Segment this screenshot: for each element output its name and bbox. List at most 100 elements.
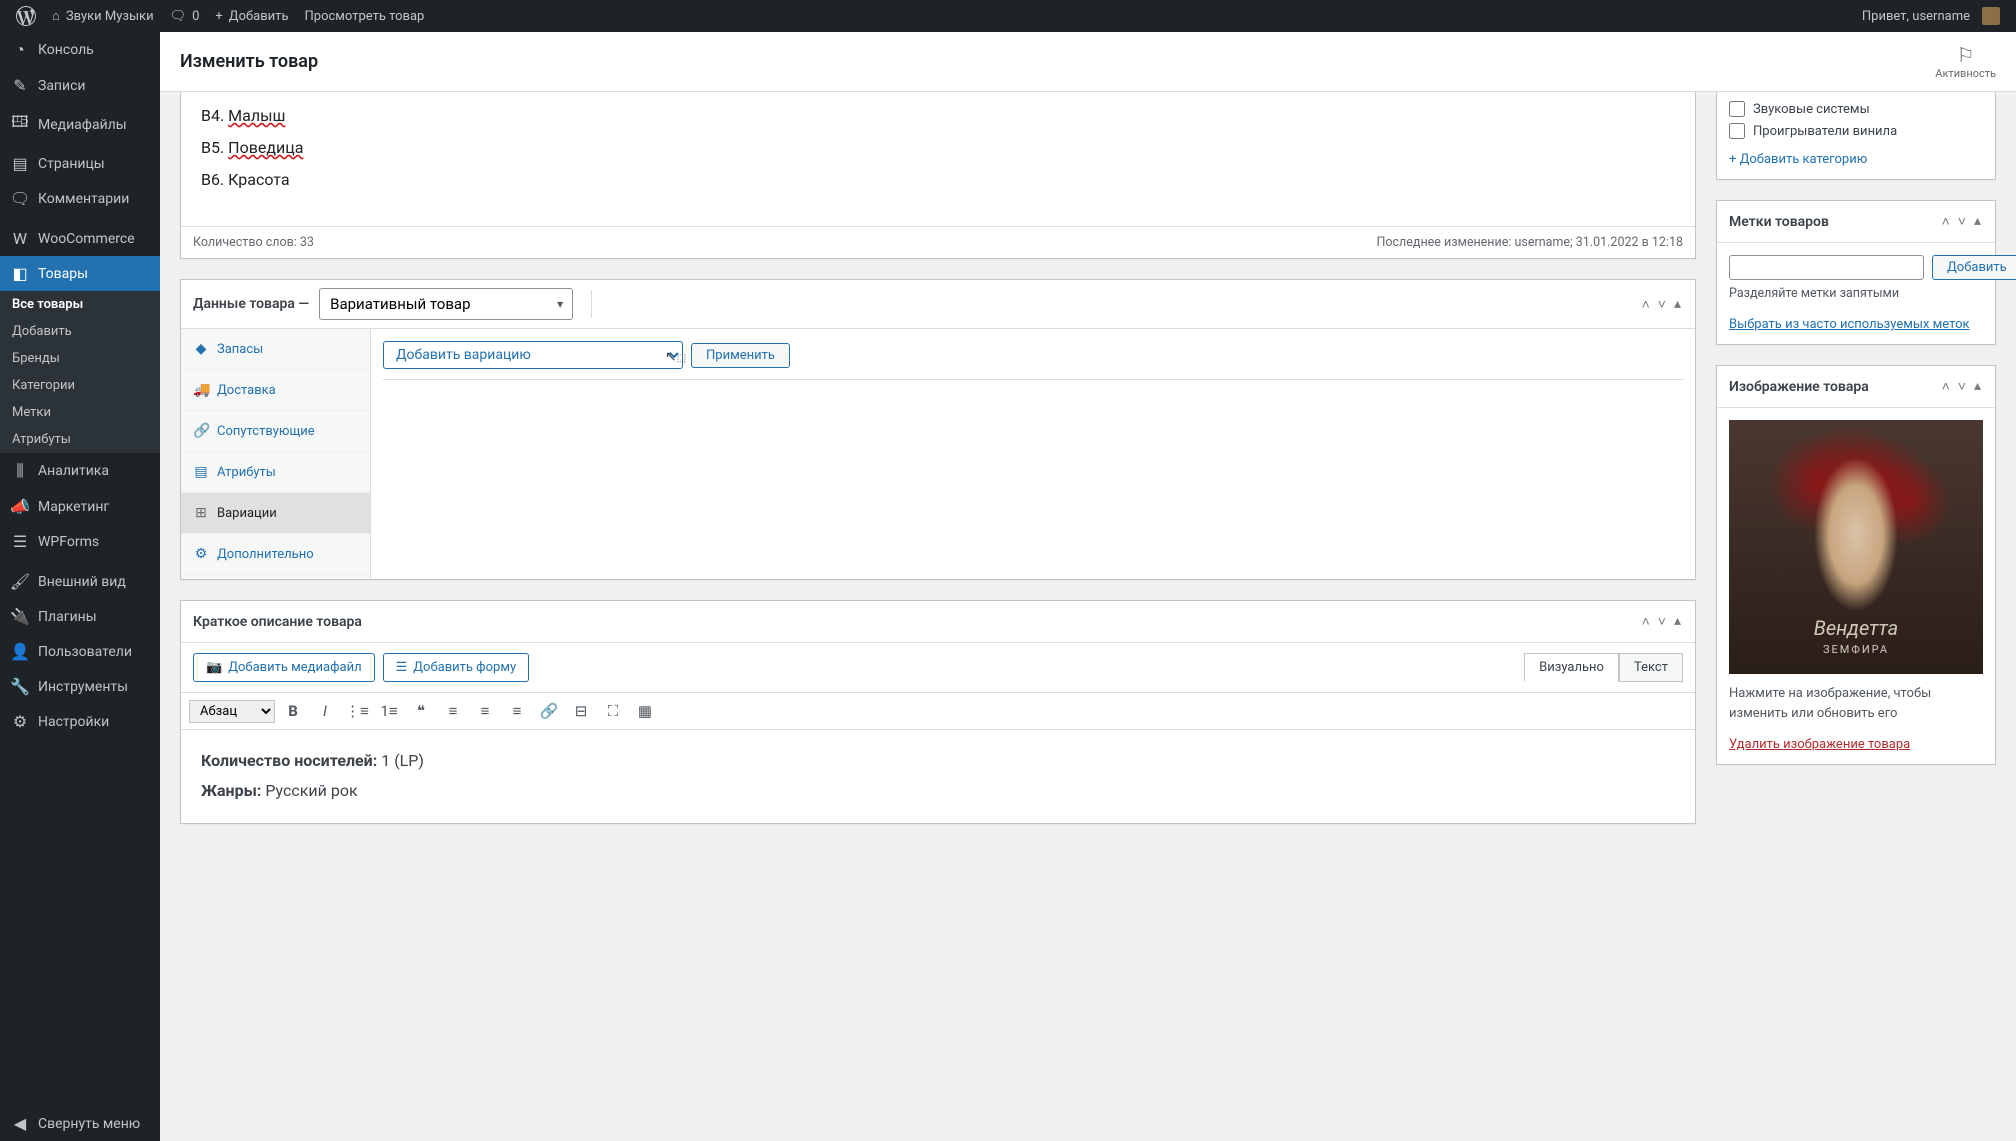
product-tab-вариации[interactable]: ⊞Вариации: [181, 493, 370, 534]
site-home-link[interactable]: ⌂ Звуки Музыки: [44, 0, 162, 32]
panel-up-icon[interactable]: ˄: [1940, 211, 1952, 232]
align-center-button[interactable]: ≡: [471, 697, 499, 725]
menu-label: WooCommerce: [38, 231, 135, 247]
sidebar-item-пользователи[interactable]: 👤Пользователи: [0, 634, 160, 669]
product-tab-дополнительно[interactable]: ⚙Дополнительно: [181, 534, 370, 575]
tags-input[interactable]: [1729, 255, 1924, 280]
product-tab-доставка[interactable]: 🚚 Доставка: [181, 370, 370, 411]
tab-label: Запасы: [217, 342, 263, 357]
menu-label: Инструменты: [38, 679, 128, 695]
tab-icon: ⚙: [193, 546, 209, 562]
tab-label: Сопутствующие: [217, 424, 315, 439]
panel-up-icon[interactable]: ˄: [1640, 294, 1652, 315]
menu-label: Плагины: [38, 609, 97, 625]
fullscreen-button[interactable]: ⛶: [599, 697, 627, 725]
add-form-button[interactable]: ☰ Добавить форму: [383, 653, 530, 682]
panel-up-icon[interactable]: ˄: [1940, 376, 1952, 397]
sidebar-subitem-метки[interactable]: Метки: [0, 399, 160, 426]
panel-toggle-icon[interactable]: ▴: [1972, 376, 1983, 397]
menu-icon: ◧: [10, 264, 30, 283]
tab-label: Доставка: [217, 383, 276, 398]
sidebar-item-записи[interactable]: ✎Записи: [0, 68, 160, 103]
bullet-list-button[interactable]: ⋮≡: [343, 697, 371, 725]
product-type-select[interactable]: Вариативный товар: [319, 288, 573, 320]
collapse-menu-button[interactable]: ◀ Свернуть меню: [0, 1106, 160, 1141]
quote-button[interactable]: ❝: [407, 697, 435, 725]
panel-toggle-icon[interactable]: ▴: [1972, 211, 1983, 232]
tab-icon: 🚚: [193, 382, 209, 398]
sidebar-item-инструменты[interactable]: 🔧Инструменты: [0, 669, 160, 704]
admin-sidebar: ◔Консоль✎Записи🖽Медиафайлы▤Страницы🗨Комм…: [0, 32, 160, 1141]
sidebar-subitem-все-товары[interactable]: Все товары: [0, 291, 160, 318]
add-tag-button[interactable]: Добавить: [1932, 255, 2016, 280]
sidebar-item-страницы[interactable]: ▤Страницы: [0, 146, 160, 181]
menu-icon: W: [10, 229, 30, 248]
sidebar-item-плагины[interactable]: 🔌Плагины: [0, 599, 160, 634]
panel-down-icon[interactable]: ˅: [1956, 376, 1968, 397]
wordpress-icon: [16, 6, 36, 26]
sidebar-item-woocommerce[interactable]: W WooCommerce: [0, 221, 160, 256]
category-label: Звуковые системы: [1753, 102, 1870, 117]
add-form-label: Добавить форму: [413, 660, 516, 675]
panel-up-icon[interactable]: ˄: [1640, 611, 1652, 632]
add-category-link[interactable]: + Добавить категорию: [1717, 146, 1995, 179]
panel-toggle-icon[interactable]: ▴: [1672, 294, 1683, 315]
sidebar-item-комментарии[interactable]: 🗨Комментарии: [0, 181, 160, 216]
add-media-button[interactable]: 📷 Добавить медиафайл: [193, 653, 375, 682]
category-label: Проигрыватели винила: [1753, 124, 1897, 139]
tags-note: Разделяйте метки запятыми: [1729, 286, 1983, 301]
align-right-button[interactable]: ≡: [503, 697, 531, 725]
italic-button[interactable]: I: [311, 697, 339, 725]
wp-logo[interactable]: [8, 0, 44, 32]
visual-tab[interactable]: Визуально: [1524, 653, 1619, 682]
sidebar-item-маркетинг[interactable]: 📣Маркетинг: [0, 489, 160, 524]
sidebar-subitem-добавить[interactable]: Добавить: [0, 318, 160, 345]
sidebar-subitem-бренды[interactable]: Бренды: [0, 345, 160, 372]
editor-content-area[interactable]: В4. МалышВ5. ПоведицаВ6. Красота: [181, 92, 1695, 226]
sidebar-item-медиафайлы[interactable]: 🖽Медиафайлы: [0, 103, 160, 146]
popular-tags-link[interactable]: Выбрать из часто используемых меток: [1729, 317, 1983, 332]
align-left-button[interactable]: ≡: [439, 697, 467, 725]
sidebar-item-настройки[interactable]: ⚙Настройки: [0, 704, 160, 739]
product-tab-запасы[interactable]: ◆Запасы: [181, 329, 370, 370]
panel-toggle-icon[interactable]: ▴: [1672, 611, 1683, 632]
apply-button[interactable]: Применить: [691, 343, 790, 368]
sidebar-item-товары[interactable]: ◧Товары: [0, 256, 160, 291]
read-more-button[interactable]: ⊟: [567, 697, 595, 725]
comments-link[interactable]: 🗨 0: [162, 0, 208, 32]
remove-product-image-link[interactable]: Удалить изображение товара: [1729, 737, 1983, 752]
sidebar-item-wpforms[interactable]: ☰WPForms: [0, 524, 160, 559]
category-checkbox[interactable]: [1729, 101, 1745, 117]
sidebar-item-аналитика[interactable]: ⫼Аналитика: [0, 453, 160, 489]
sidebar-item-консоль[interactable]: ◔Консоль: [0, 32, 160, 68]
sidebar-subitem-категории[interactable]: Категории: [0, 372, 160, 399]
category-checkbox[interactable]: [1729, 123, 1745, 139]
product-image-thumbnail[interactable]: Вендетта ЗЕМФИРА: [1729, 420, 1983, 674]
sidebar-subitem-атрибуты[interactable]: Атрибуты: [0, 426, 160, 453]
album-title: Вендетта: [1814, 616, 1899, 640]
menu-label: Записи: [38, 78, 86, 94]
kitchen-sink-button[interactable]: ▦: [631, 697, 659, 725]
variation-action-select[interactable]: Добавить вариацию: [383, 341, 683, 369]
menu-icon: ⚙: [10, 712, 30, 731]
editor-line: В6. Красота: [201, 164, 1675, 196]
view-product-link[interactable]: Просмотреть товар: [297, 0, 433, 32]
numbered-list-button[interactable]: 1≡: [375, 697, 403, 725]
flag-icon: ⚐: [1935, 43, 1996, 67]
category-item[interactable]: Звуковые системы: [1729, 98, 1983, 120]
panel-down-icon[interactable]: ˅: [1656, 611, 1668, 632]
add-new-link[interactable]: + Добавить: [207, 0, 296, 32]
user-account-link[interactable]: Привет, username: [1854, 0, 2008, 32]
panel-down-icon[interactable]: ˅: [1956, 211, 1968, 232]
panel-down-icon[interactable]: ˅: [1656, 294, 1668, 315]
activity-panel-button[interactable]: ⚐ Активность: [1935, 43, 1996, 80]
sidebar-item-внешний-вид[interactable]: 🖌Внешний вид: [0, 564, 160, 599]
bold-button[interactable]: B: [279, 697, 307, 725]
text-tab[interactable]: Текст: [1619, 653, 1683, 682]
product-tab-атрибуты[interactable]: ▤Атрибуты: [181, 452, 370, 493]
link-button[interactable]: 🔗: [535, 697, 563, 725]
category-item[interactable]: Проигрыватели винила: [1729, 120, 1983, 142]
paragraph-select[interactable]: Абзац: [189, 700, 275, 723]
short-description-content[interactable]: Количество носителей: 1 (LP) Жанры: Русс…: [181, 730, 1695, 823]
product-tab-сопутствующие[interactable]: 🔗Сопутствующие: [181, 411, 370, 452]
